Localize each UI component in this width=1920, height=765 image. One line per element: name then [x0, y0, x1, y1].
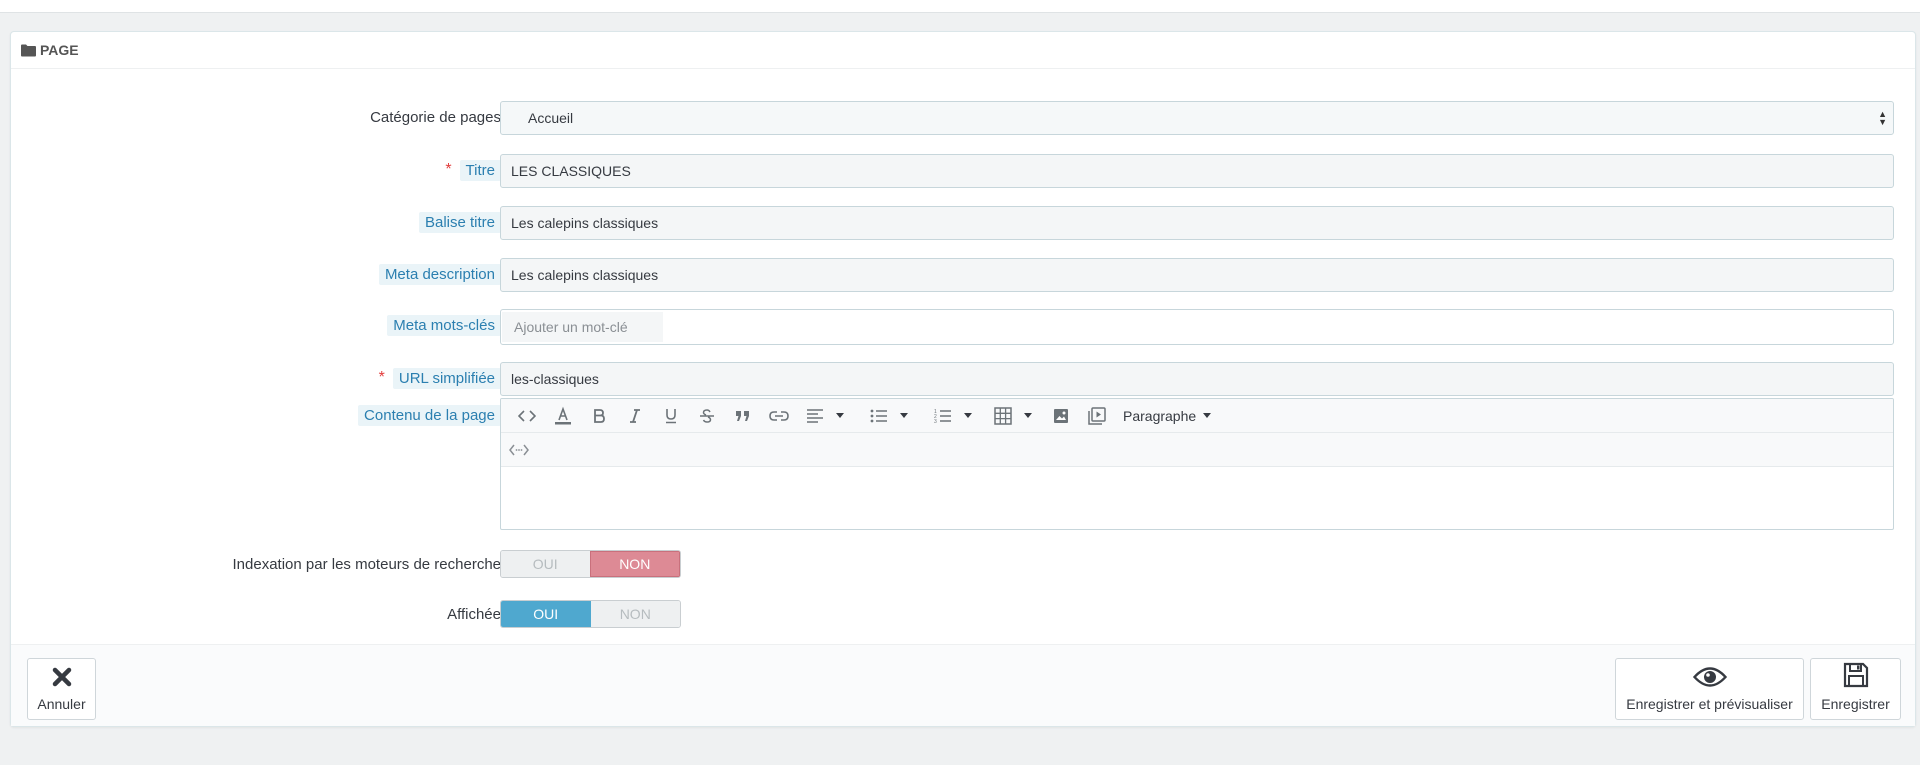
friendly-url-label: URL simplifiée — [392, 367, 501, 389]
underline-icon[interactable] — [653, 399, 689, 432]
content-label-wrap: Contenu de la page — [358, 400, 501, 430]
editor-toolbar-secondary — [501, 433, 1893, 467]
numbered-list-icon[interactable]: 123 — [925, 399, 961, 432]
source-code-icon[interactable] — [509, 433, 529, 466]
indexation-label: Indexation par les moteurs de recherche — [232, 555, 501, 573]
save-and-preview-label: Enregistrer et prévisualiser — [1626, 696, 1793, 712]
strikethrough-icon[interactable] — [689, 399, 725, 432]
keyword-tag-input[interactable]: Ajouter un mot-clé — [502, 312, 663, 342]
row-meta-description: Meta description Les calepins classiques — [11, 258, 1917, 292]
indexation-no-option[interactable]: NON — [589, 551, 680, 577]
image-icon[interactable] — [1043, 399, 1079, 432]
displayed-label-wrap: Affichée — [447, 600, 501, 628]
link-icon[interactable] — [761, 399, 797, 432]
align-dropdown-icon[interactable] — [833, 399, 847, 432]
eye-icon — [1692, 666, 1727, 691]
blockquote-icon[interactable] — [725, 399, 761, 432]
meta-keywords-label: Meta mots-clés — [387, 314, 501, 336]
panel-heading: PAGE — [11, 32, 1915, 69]
friendly-url-input[interactable]: les-classiques — [500, 362, 1894, 396]
category-select-value: Accueil — [528, 110, 574, 126]
friendly-url-input-value: les-classiques — [511, 371, 599, 387]
meta-title-input-value: Les calepins classiques — [511, 215, 659, 231]
category-select[interactable]: Accueil ▲ ▼ — [500, 101, 1894, 135]
meta-description-label-wrap: Meta description — [378, 259, 501, 289]
folder-icon — [21, 44, 36, 57]
title-input[interactable]: LES CLASSIQUES — [500, 154, 1894, 188]
save-and-preview-button[interactable]: Enregistrer et prévisualiser — [1615, 658, 1804, 720]
meta-title-label: Balise titre — [418, 211, 501, 233]
panel-footer: Annuler Enregistrer et prévisualiser Enr… — [11, 644, 1915, 726]
rich-text-editor: 123 Paragraphe — [500, 398, 1894, 530]
align-icon[interactable] — [797, 399, 833, 432]
table-icon[interactable] — [985, 399, 1021, 432]
indexation-label-wrap: Indexation par les moteurs de recherche — [233, 550, 501, 578]
italic-icon[interactable] — [617, 399, 653, 432]
format-dropdown-label: Paragraphe — [1123, 407, 1197, 424]
numbered-list-dropdown-icon[interactable] — [961, 399, 975, 432]
chevron-down-icon — [1203, 413, 1212, 418]
text-color-icon[interactable] — [545, 399, 581, 432]
row-friendly-url: * URL simplifiée les-classiques — [11, 362, 1917, 396]
close-icon — [51, 666, 73, 691]
row-title: * Titre LES CLASSIQUES — [11, 154, 1917, 188]
displayed-switch[interactable]: OUI NON — [500, 600, 681, 628]
meta-title-input[interactable]: Les calepins classiques — [500, 206, 1894, 240]
row-category: Catégorie de pages Accueil ▲ ▼ — [11, 101, 1917, 135]
row-indexation: Indexation par les moteurs de recherche … — [11, 550, 1917, 578]
svg-text:3: 3 — [934, 419, 937, 423]
media-icon[interactable] — [1079, 399, 1115, 432]
meta-keywords-field[interactable]: Ajouter un mot-clé — [500, 309, 1894, 345]
displayed-yes-option[interactable]: OUI — [501, 601, 591, 627]
format-dropdown[interactable]: Paragraphe — [1123, 407, 1212, 424]
required-mark: * — [378, 369, 385, 386]
indexation-switch[interactable]: OUI NON — [500, 550, 681, 578]
content-label: Contenu de la page — [358, 404, 501, 426]
row-meta-title: Balise titre Les calepins classiques — [11, 206, 1917, 240]
category-label-wrap: Catégorie de pages — [370, 102, 501, 132]
friendly-url-label-wrap: * URL simplifiée — [379, 363, 501, 393]
bullet-list-icon[interactable] — [861, 399, 897, 432]
bullet-list-dropdown-icon[interactable] — [897, 399, 911, 432]
editor-content-area[interactable] — [501, 467, 1893, 529]
indexation-yes-option[interactable]: OUI — [501, 551, 590, 577]
table-dropdown-icon[interactable] — [1021, 399, 1035, 432]
meta-title-label-wrap: Balise titre — [418, 207, 501, 237]
select-arrows-icon: ▲ ▼ — [1878, 109, 1887, 127]
editor-toolbar: 123 Paragraphe — [501, 399, 1893, 433]
floppy-disk-icon — [1843, 662, 1869, 691]
meta-keywords-label-wrap: Meta mots-clés — [387, 310, 501, 340]
row-meta-keywords: Meta mots-clés Ajouter un mot-clé — [11, 309, 1917, 345]
displayed-label: Affichée — [447, 605, 501, 623]
title-input-value: LES CLASSIQUES — [511, 163, 631, 179]
meta-description-input-value: Les calepins classiques — [511, 267, 659, 283]
row-displayed: Affichée OUI NON — [11, 600, 1917, 628]
required-mark: * — [445, 161, 452, 178]
page-form-panel: PAGE Catégorie de pages Accueil ▲ ▼ * Tit… — [10, 31, 1916, 727]
bold-icon[interactable] — [581, 399, 617, 432]
code-view-icon[interactable] — [509, 399, 545, 432]
title-label: Titre — [459, 159, 501, 181]
cancel-button-label: Annuler — [37, 696, 86, 712]
displayed-no-option[interactable]: NON — [590, 601, 680, 627]
title-label-wrap: * Titre — [445, 155, 501, 185]
meta-description-label: Meta description — [378, 263, 501, 285]
top-bar — [0, 0, 1920, 13]
category-label: Catégorie de pages — [370, 108, 501, 126]
cancel-button[interactable]: Annuler — [27, 658, 96, 720]
meta-description-input[interactable]: Les calepins classiques — [500, 258, 1894, 292]
save-button[interactable]: Enregistrer — [1810, 658, 1901, 720]
save-button-label: Enregistrer — [1821, 696, 1890, 712]
panel-title: PAGE — [40, 42, 79, 58]
